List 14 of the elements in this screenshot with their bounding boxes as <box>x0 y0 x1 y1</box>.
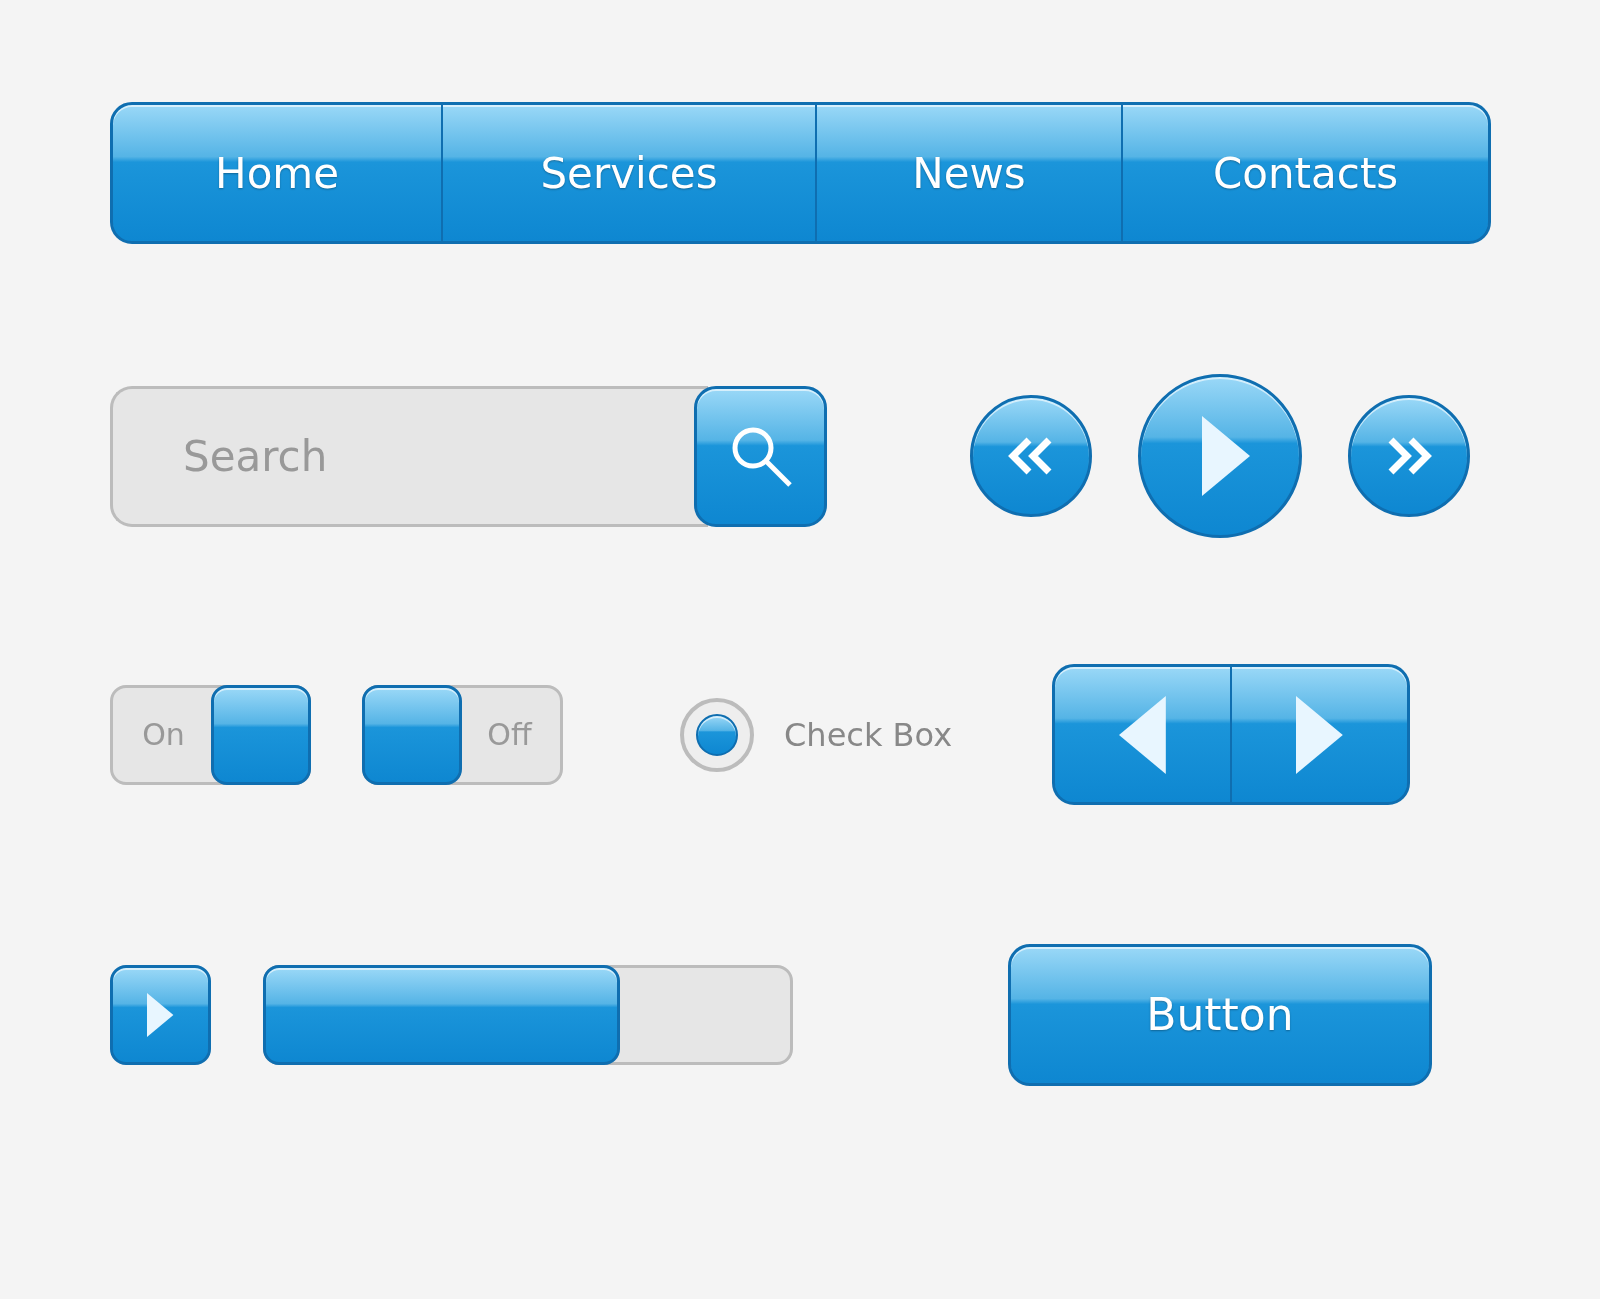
search-field[interactable]: Search <box>110 385 708 527</box>
check-box-label: Check Box <box>784 715 953 754</box>
left-triangle-icon <box>1119 695 1166 774</box>
nav-tab[interactable]: News <box>816 105 1124 241</box>
play-icon <box>1202 416 1250 496</box>
toggle-switch[interactable]: Off <box>362 684 563 785</box>
nav-tab[interactable]: Services <box>443 105 817 241</box>
right-triangle-icon <box>1296 695 1343 774</box>
button[interactable]: Button <box>1008 943 1432 1086</box>
nav-tab[interactable]: Contacts <box>1123 105 1488 241</box>
nav-tab[interactable]: Home <box>113 105 444 241</box>
toggle-switch[interactable]: On <box>110 684 311 785</box>
play-icon <box>147 992 174 1037</box>
play-button[interactable] <box>110 964 211 1065</box>
